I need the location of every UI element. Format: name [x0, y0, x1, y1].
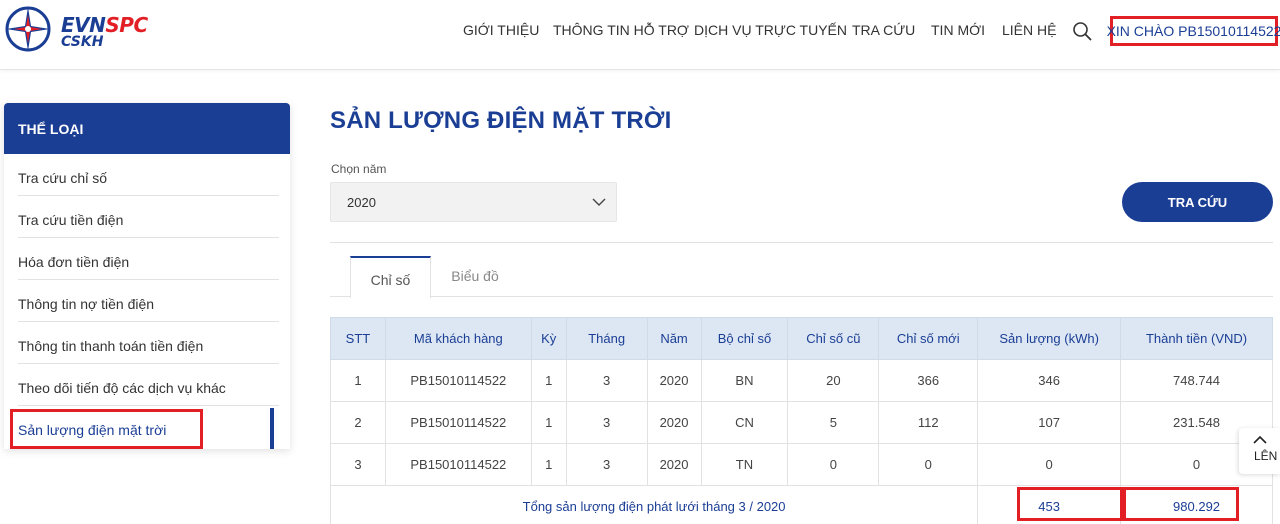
sidebar-item-san-luong-dien-mat-troi[interactable]: Sản lượng điện mặt trời — [18, 406, 279, 448]
cell-san-luong: 107 — [977, 401, 1122, 444]
tab-bieu-do[interactable]: Biểu đồ — [450, 256, 500, 297]
table-row: 1 PB15010114522 1 3 2020 BN 20 366 346 7… — [330, 359, 1273, 402]
cell-san-luong: 346 — [977, 359, 1122, 402]
cell-ma-khach-hang: PB15010114522 — [384, 359, 532, 402]
user-greeting[interactable]: XIN CHÀO PB15010114522 — [1107, 16, 1280, 46]
cell-chi-so-moi: 366 — [878, 359, 979, 402]
cell-nam: 2020 — [646, 401, 702, 444]
cell-stt: 2 — [330, 401, 386, 444]
sidebar-item-thong-tin-no[interactable]: Thông tin nợ tiền điện — [18, 280, 279, 322]
year-select-value: 2020 — [347, 195, 376, 210]
col-header-ma-khach-hang: Mã khách hàng — [384, 317, 532, 360]
nav-thong-tin-ho-tro[interactable]: THÔNG TIN HỖ TRỢ — [553, 22, 689, 38]
search-button[interactable]: TRA CỨU — [1122, 182, 1273, 222]
nav-tin-moi[interactable]: TIN MỚI — [931, 22, 985, 38]
sidebar-item-tra-cuu-chi-so[interactable]: Tra cứu chỉ số — [18, 154, 279, 196]
cell-stt: 3 — [330, 443, 386, 486]
cell-stt: 1 — [330, 359, 386, 402]
col-header-chi-so-moi: Chỉ số mới — [878, 317, 979, 360]
chevron-down-icon — [592, 198, 606, 206]
total-label: Tổng sản lượng điện phát lưới tháng 3 / … — [329, 485, 979, 524]
divider — [330, 242, 1273, 243]
site-header: EVNSPC CSKH GIỚI THIỆU THÔNG TIN HỖ TRỢ … — [0, 0, 1280, 70]
sidebar: THỂ LOẠI Tra cứu chỉ số Tra cứu tiền điệ… — [4, 103, 290, 449]
cell-chi-so-moi: 0 — [878, 443, 979, 486]
chevron-up-icon — [1253, 435, 1267, 444]
col-header-thang: Tháng — [565, 317, 648, 360]
year-select[interactable]: 2020 — [330, 182, 617, 222]
cell-thanh-tien: 748.744 — [1120, 359, 1273, 402]
data-table: STT Mã khách hàng Kỳ Tháng Năm Bộ chỉ số… — [329, 317, 1273, 524]
total-amount: 980.292 — [1120, 485, 1273, 524]
cell-chi-so-cu: 5 — [787, 401, 880, 444]
col-header-chi-so-cu: Chỉ số cũ — [787, 317, 880, 360]
cell-chi-so-cu: 0 — [787, 443, 880, 486]
logo[interactable]: EVNSPC CSKH — [4, 5, 164, 57]
nav-gioi-thieu[interactable]: GIỚI THIỆU — [463, 22, 539, 38]
table-row: 3 PB15010114522 1 3 2020 TN 0 0 0 0 — [330, 443, 1273, 486]
cell-thang: 3 — [565, 443, 648, 486]
cell-bo-chi-so: TN — [700, 443, 789, 486]
year-label: Chọn năm — [331, 162, 387, 176]
logo-subtitle: CSKH — [61, 34, 104, 50]
cell-bo-chi-so: CN — [700, 401, 789, 444]
col-header-nam: Năm — [646, 317, 702, 360]
cell-chi-so-cu: 20 — [787, 359, 880, 402]
cell-nam: 2020 — [646, 443, 702, 486]
col-header-san-luong: Sản lượng (kWh) — [977, 317, 1122, 360]
col-header-thanh-tien: Thành tiền (VND) — [1120, 317, 1273, 360]
cell-nam: 2020 — [646, 359, 702, 402]
nav-tra-cuu[interactable]: TRA CỨU — [852, 22, 915, 38]
total-kwh: 453 — [977, 485, 1122, 524]
page-title: SẢN LƯỢNG ĐIỆN MẶT TRỜI — [330, 107, 672, 134]
sidebar-item-thong-tin-thanh-toan[interactable]: Thông tin thanh toán tiền điện — [18, 322, 279, 364]
cell-ma-khach-hang: PB15010114522 — [384, 443, 532, 486]
col-header-ky: Kỳ — [530, 317, 567, 360]
nav-dich-vu-truc-tuyen[interactable]: DỊCH VỤ TRỰC TUYẾN — [694, 22, 847, 38]
col-header-bo-chi-so: Bộ chỉ số — [700, 317, 789, 360]
cell-thang: 3 — [565, 401, 648, 444]
sidebar-item-theo-doi-tien-do[interactable]: Theo dõi tiến độ các dịch vụ khác — [18, 364, 279, 406]
table-total-row: Tổng sản lượng điện phát lưới tháng 3 / … — [329, 485, 1273, 524]
tab-chi-so[interactable]: Chỉ số — [350, 256, 431, 298]
cell-thang: 3 — [565, 359, 648, 402]
cell-ky: 1 — [530, 443, 567, 486]
cell-bo-chi-so: BN — [700, 359, 789, 402]
nav-lien-he[interactable]: LIÊN HỆ — [1002, 22, 1056, 38]
back-to-top-label: LÊN — [1254, 449, 1278, 463]
col-header-stt: STT — [330, 317, 386, 360]
sidebar-item-tra-cuu-tien-dien[interactable]: Tra cứu tiền điện — [18, 196, 279, 238]
tab-bar: Chỉ số Biểu đồ — [330, 256, 1273, 298]
cell-chi-so-moi: 112 — [878, 401, 979, 444]
cell-san-luong: 0 — [977, 443, 1122, 486]
cell-ma-khach-hang: PB15010114522 — [384, 401, 532, 444]
search-icon[interactable] — [1072, 21, 1092, 41]
evn-logo-icon — [5, 6, 51, 52]
cell-ky: 1 — [530, 359, 567, 402]
sidebar-item-hoa-don-tien-dien[interactable]: Hóa đơn tiền điện — [18, 238, 279, 280]
sidebar-title: THỂ LOẠI — [4, 103, 290, 154]
table-row: 2 PB15010114522 1 3 2020 CN 5 112 107 23… — [330, 401, 1273, 444]
cell-ky: 1 — [530, 401, 567, 444]
table-header-row: STT Mã khách hàng Kỳ Tháng Năm Bộ chỉ số… — [330, 317, 1273, 360]
sidebar-list: Tra cứu chỉ số Tra cứu tiền điện Hóa đơn… — [18, 154, 279, 448]
back-to-top-button[interactable]: LÊN — [1239, 428, 1280, 474]
sidebar-active-indicator — [270, 408, 274, 449]
